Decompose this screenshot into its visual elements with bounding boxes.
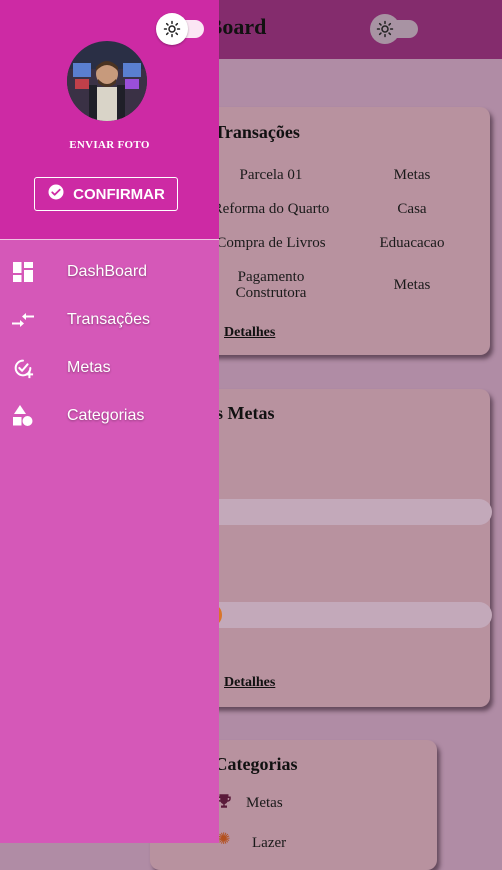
drawer-nav: DashBoard Transações Metas Categorias	[0, 248, 219, 440]
nav-item-transactions[interactable]: Transações	[0, 296, 219, 344]
confirm-label: CONFIRMAR	[73, 185, 165, 203]
nav-label: DashBoard	[67, 263, 148, 280]
upload-photo-button[interactable]: ENVIAR FOTO	[0, 139, 219, 151]
transactions-icon	[11, 308, 35, 332]
nav-item-dashboard[interactable]: DashBoard	[0, 248, 219, 296]
sun-icon	[156, 13, 188, 45]
nav-label: Categorias	[67, 407, 145, 424]
nav-item-goals[interactable]: Metas	[0, 344, 219, 392]
drawer-backdrop[interactable]	[219, 0, 502, 843]
categories-icon	[11, 404, 35, 428]
goals-icon	[11, 356, 35, 380]
navigation-drawer: ENVIAR FOTO CONFIRMAR DashBoard Transaçõ…	[0, 0, 219, 843]
theme-toggle[interactable]	[156, 13, 206, 45]
nav-item-categories[interactable]: Categorias	[0, 392, 219, 440]
check-circle-icon	[47, 183, 65, 205]
nav-label: Transações	[67, 311, 150, 328]
avatar[interactable]	[67, 41, 147, 121]
confirm-button[interactable]: CONFIRMAR	[34, 177, 178, 211]
drawer-header: ENVIAR FOTO CONFIRMAR	[0, 0, 219, 240]
nav-label: Metas	[67, 359, 111, 376]
dashboard-icon	[11, 260, 35, 284]
